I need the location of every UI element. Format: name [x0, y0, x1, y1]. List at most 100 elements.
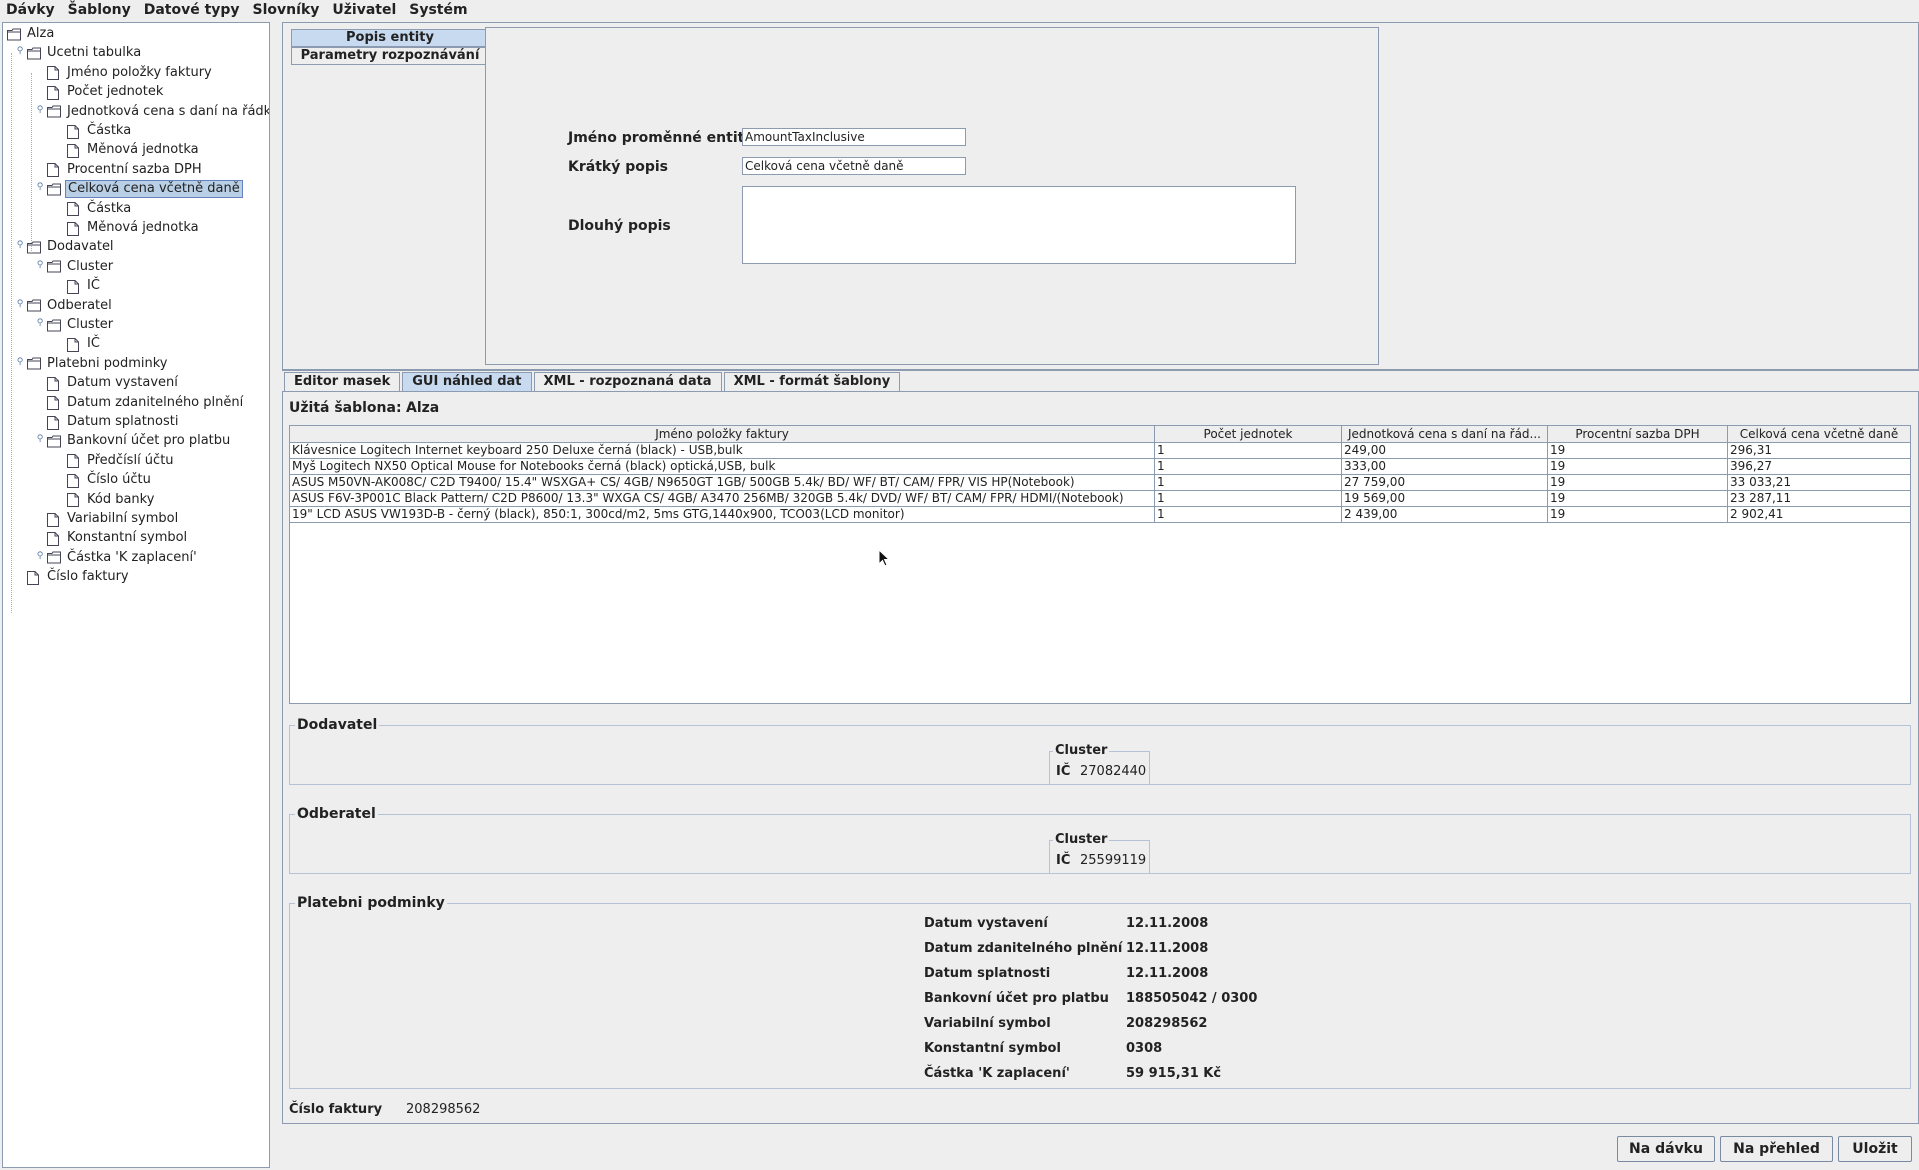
- tree-node[interactable]: Bankovní účet pro platbu: [47, 432, 232, 450]
- col-total-price[interactable]: Celková cena včetně daně: [1728, 426, 1910, 442]
- tab-mask-editor[interactable]: Editor masek: [284, 372, 401, 392]
- tab-recognition-parameters[interactable]: Parametry rozpoznávání: [291, 47, 489, 65]
- tree-node[interactable]: IČ: [67, 277, 102, 295]
- table-row[interactable]: 19" LCD ASUS VW193D-B - černý (black), 8…: [290, 507, 1910, 523]
- template-tree[interactable]: Alza Ucetni tabulka ⚲ Jméno položky faktury…: [2, 22, 270, 1168]
- table-cell: 33 033,21: [1730, 475, 1792, 489]
- tree-node[interactable]: Jednotková cena s daní na řádku: [47, 103, 269, 121]
- table-row[interactable]: Klávesnice Logitech Internet keyboard 25…: [290, 443, 1910, 459]
- tab-gui-preview[interactable]: GUI náhled dat: [402, 372, 532, 392]
- payment-value: 12.11.2008: [1126, 966, 1209, 981]
- expand-toggle-icon[interactable]: ⚲: [15, 240, 25, 250]
- tree-node[interactable]: Částka 'K zaplacení': [47, 549, 199, 567]
- tree-node[interactable]: Ucetni tabulka: [27, 44, 143, 62]
- expand-toggle-icon[interactable]: ⚲: [35, 182, 45, 192]
- tree-node[interactable]: Cluster: [47, 316, 115, 334]
- tree-node[interactable]: Konstantní symbol: [47, 529, 189, 547]
- used-template-value: Alza: [406, 400, 440, 416]
- folder-icon: [47, 105, 61, 118]
- tree-node[interactable]: Cluster: [47, 258, 115, 276]
- expand-toggle-icon[interactable]: ⚲: [35, 318, 45, 328]
- tree-node[interactable]: Dodavatel: [27, 238, 116, 256]
- col-item-name[interactable]: Jméno položky faktury: [290, 426, 1155, 442]
- tree-node[interactable]: Měnová jednotka: [67, 219, 201, 237]
- tree-node[interactable]: Číslo faktury: [27, 568, 131, 586]
- expand-toggle-icon[interactable]: ⚲: [35, 260, 45, 270]
- tree-node[interactable]: Číslo účtu: [67, 471, 153, 489]
- tree-node-label: Odberatel: [47, 297, 112, 313]
- tree-node-label: Platebni podminky: [47, 355, 168, 371]
- payment-value: 188505042 / 0300: [1126, 991, 1258, 1006]
- tree-node[interactable]: Kód banky: [67, 491, 156, 509]
- tree-node-label: Číslo účtu: [87, 472, 151, 488]
- var-name-input[interactable]: AmountTaxInclusive: [742, 128, 966, 146]
- col-units[interactable]: Počet jednotek: [1155, 426, 1342, 442]
- tree-node[interactable]: Jméno položky faktury: [47, 64, 214, 82]
- expand-toggle-icon[interactable]: ⚲: [35, 434, 45, 444]
- menu-datove-typy[interactable]: Datové typy: [144, 2, 240, 18]
- tree-node-label: Procentní sazba DPH: [67, 161, 202, 177]
- tree-node[interactable]: IČ: [67, 335, 102, 353]
- payment-group: Platebni podminky Datum vystavení 12.11.2…: [289, 895, 1911, 1089]
- tree-node-label: Konstantní symbol: [67, 530, 188, 546]
- table-row[interactable]: ASUS F6V-3P001C Black Pattern/ C2D P8600…: [290, 491, 1910, 507]
- file-icon: [67, 279, 81, 294]
- tree-node[interactable]: Odberatel: [27, 297, 114, 315]
- tree-node-label: Celková cena včetně daně: [65, 180, 243, 199]
- tree-node[interactable]: Procentní sazba DPH: [47, 161, 204, 179]
- tree-node[interactable]: Datum vystavení: [47, 374, 180, 392]
- tree-node[interactable]: Předčíslí účtu: [67, 452, 176, 470]
- table-row[interactable]: ASUS M50VN-AK008C/ C2D T9400/ 15.4" WSXG…: [290, 475, 1910, 491]
- table-cell: 296,31: [1730, 443, 1772, 457]
- to-batch-button[interactable]: Na dávku: [1617, 1136, 1715, 1162]
- tab-xml-template-format[interactable]: XML - formát šablony: [723, 372, 901, 392]
- tree-node[interactable]: Částka: [67, 200, 133, 218]
- panel-separator[interactable]: [282, 370, 1919, 371]
- expand-toggle-icon[interactable]: ⚲: [35, 551, 45, 561]
- folder-icon: [47, 183, 61, 196]
- expand-toggle-icon[interactable]: ⚲: [15, 299, 25, 309]
- payment-label: Částka 'K zaplacení': [924, 1066, 1070, 1081]
- supplier-cluster: Cluster IČ 27082440: [1049, 743, 1150, 785]
- tree-node-label: Cluster: [67, 258, 114, 274]
- tree-node[interactable]: Alza: [7, 25, 56, 43]
- tree-node[interactable]: Měnová jednotka: [67, 141, 201, 159]
- short-desc-input[interactable]: Celková cena včetně daně: [742, 157, 966, 175]
- long-desc-textarea[interactable]: [742, 186, 1296, 264]
- menu-uzivatel[interactable]: Uživatel: [332, 2, 396, 18]
- tree-node-label: Bankovní účet pro platbu: [67, 433, 231, 449]
- menu-system[interactable]: Systém: [409, 2, 467, 18]
- file-icon: [47, 415, 61, 430]
- tab-entity-description[interactable]: Popis entity: [291, 29, 489, 47]
- expand-toggle-icon[interactable]: ⚲: [15, 357, 25, 367]
- tree-node[interactable]: Částka: [67, 122, 133, 140]
- table-cell: 19: [1548, 475, 1728, 490]
- tree-node[interactable]: Datum splatnosti: [47, 413, 180, 431]
- col-vat-rate[interactable]: Procentní sazba DPH: [1548, 426, 1728, 442]
- tree-node[interactable]: Variabilní symbol: [47, 510, 180, 528]
- expand-toggle-icon[interactable]: ⚲: [35, 105, 45, 115]
- tree-node[interactable]: Datum zdanitelného plnění: [47, 394, 245, 412]
- col-unit-price[interactable]: Jednotková cena s daní na řád...: [1342, 426, 1548, 442]
- tree-node-label: IČ: [87, 278, 100, 294]
- tree-node-label: Počet jednotek: [67, 84, 164, 100]
- short-desc-label: Krátký popis: [568, 159, 668, 175]
- menu-davky[interactable]: Dávky: [6, 2, 55, 18]
- to-overview-button[interactable]: Na přehled: [1720, 1136, 1833, 1162]
- menu-sablony[interactable]: Šablony: [68, 2, 131, 18]
- invoice-number-value: 208298562: [406, 1102, 481, 1117]
- customer-ic-value: 25599119: [1080, 853, 1147, 868]
- table-row[interactable]: Myš Logitech NX50 Optical Mouse for Note…: [290, 459, 1910, 475]
- folder-icon: [27, 357, 41, 370]
- tree-node-label: Měnová jednotka: [87, 220, 199, 235]
- menu-slovniky[interactable]: Slovníky: [253, 2, 320, 18]
- payment-value: 12.11.2008: [1126, 916, 1209, 931]
- tab-xml-recognized[interactable]: XML - rozpoznaná data: [533, 372, 722, 392]
- expand-toggle-icon[interactable]: ⚲: [15, 46, 25, 56]
- save-button[interactable]: Uložit: [1838, 1136, 1912, 1162]
- tree-node[interactable]: Platebni podminky: [27, 355, 169, 373]
- tree-node[interactable]: Počet jednotek: [47, 83, 165, 101]
- payment-label: Variabilní symbol: [924, 1016, 1051, 1031]
- tree-node[interactable]: Celková cena včetně daně: [47, 180, 243, 199]
- file-icon: [47, 163, 61, 178]
